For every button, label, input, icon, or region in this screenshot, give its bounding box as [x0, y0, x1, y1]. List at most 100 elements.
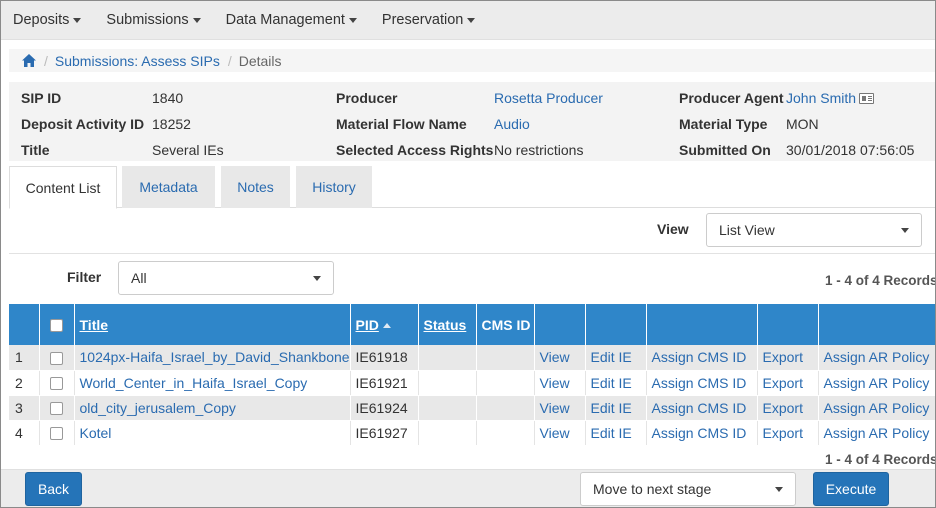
row-export-link[interactable]: Export: [757, 345, 819, 371]
row-title-link[interactable]: Kotel: [74, 420, 351, 446]
row-title-link[interactable]: World_Center_in_Haifa_Israel_Copy: [74, 370, 351, 396]
tab-metadata[interactable]: Metadata: [122, 166, 215, 208]
sort-ascending-icon: [382, 322, 391, 328]
header-title-label: Title: [79, 316, 109, 333]
stage-select[interactable]: Move to next stage: [580, 472, 796, 506]
execute-button[interactable]: Execute: [813, 472, 889, 506]
caret-down-icon: [467, 18, 476, 23]
table-row: 3 old_city_jerusalem_Copy IE61924 View E…: [9, 395, 935, 421]
row-assign-ar-policy-link[interactable]: Assign AR Policy: [818, 420, 935, 446]
access-rights-label: Selected Access Rights: [336, 142, 494, 158]
filter-select[interactable]: All: [118, 261, 334, 295]
menu-submissions[interactable]: Submissions: [106, 1, 201, 40]
row-status: [418, 395, 477, 421]
submitted-on-value: 30/01/2018 07:56:05: [786, 142, 915, 158]
row-title-link[interactable]: old_city_jerusalem_Copy: [74, 395, 351, 421]
menu-label: Submissions: [106, 12, 189, 28]
row-checkbox[interactable]: [50, 352, 63, 366]
row-assign-cms-id-link[interactable]: Assign CMS ID: [646, 370, 758, 396]
row-export-link[interactable]: Export: [757, 420, 819, 446]
row-status: [418, 370, 477, 396]
view-label: View: [657, 221, 689, 237]
title-label: Title: [21, 142, 50, 158]
producer-agent-link[interactable]: John Smith: [786, 90, 856, 106]
producer-agent-label: Producer Agent: [679, 90, 784, 106]
caret-down-icon: [348, 18, 357, 23]
row-pid: IE61918: [350, 345, 419, 371]
row-export-link[interactable]: Export: [757, 395, 819, 421]
row-title-link[interactable]: 1024px-Haifa_Israel_by_David_Shankbone: [74, 345, 351, 371]
header-pid-label: PID: [355, 316, 379, 333]
header-actions-view: [534, 304, 586, 345]
filter-select-value: All: [131, 270, 147, 286]
contact-card-icon[interactable]: [859, 93, 875, 104]
row-edit-ie-link[interactable]: Edit IE: [585, 420, 647, 446]
header-actions-assign-cms: [646, 304, 758, 345]
deposit-activity-value: 18252: [152, 116, 191, 132]
breadcrumb-link-assess-sips[interactable]: Submissions: Assess SIPs: [55, 53, 220, 69]
sip-id-label: SIP ID: [21, 90, 62, 106]
row-assign-ar-policy-link[interactable]: Assign AR Policy: [818, 345, 935, 371]
row-assign-ar-policy-link[interactable]: Assign AR Policy: [818, 370, 935, 396]
row-export-link[interactable]: Export: [757, 370, 819, 396]
menu-deposits[interactable]: Deposits: [13, 1, 82, 40]
header-title[interactable]: Title: [74, 304, 351, 345]
header-status[interactable]: Status: [418, 304, 477, 345]
row-checkbox[interactable]: [50, 377, 63, 391]
tab-history[interactable]: History: [296, 166, 372, 208]
header-cms-id-label: CMS ID: [481, 316, 531, 333]
header-actions-export: [757, 304, 819, 345]
row-view-link[interactable]: View: [534, 395, 586, 421]
back-button[interactable]: Back: [25, 472, 82, 506]
header-actions-assign-ar: [818, 304, 935, 345]
row-checkbox[interactable]: [50, 427, 63, 441]
view-select[interactable]: List View: [706, 213, 922, 247]
table-header-row: Title PID Status CMS ID: [9, 304, 935, 345]
tab-label: History: [312, 179, 356, 195]
material-type-label: Material Type: [679, 116, 768, 132]
menu-label: Deposits: [13, 12, 70, 28]
deposit-activity-label: Deposit Activity ID: [21, 116, 145, 132]
access-rights-value: No restrictions: [494, 142, 584, 158]
row-number: 2: [9, 370, 40, 396]
row-assign-cms-id-link[interactable]: Assign CMS ID: [646, 395, 758, 421]
header-row-number: [9, 304, 40, 345]
row-number: 4: [9, 420, 40, 446]
sip-id-value: 1840: [152, 90, 184, 106]
row-number: 1: [9, 345, 40, 371]
filter-label: Filter: [67, 269, 102, 285]
row-status: [418, 345, 477, 371]
header-actions-edit: [585, 304, 647, 345]
row-view-link[interactable]: View: [534, 345, 586, 371]
caret-down-icon: [73, 18, 82, 23]
table-row: 4 Kotel IE61927 View Edit IE Assign CMS …: [9, 420, 935, 446]
menu-preservation[interactable]: Preservation: [382, 1, 476, 40]
chevron-down-icon: [775, 487, 783, 492]
row-view-link[interactable]: View: [534, 420, 586, 446]
home-icon[interactable]: [22, 54, 36, 67]
row-assign-cms-id-link[interactable]: Assign CMS ID: [646, 420, 758, 446]
row-edit-ie-link[interactable]: Edit IE: [585, 370, 647, 396]
producer-link[interactable]: Rosetta Producer: [494, 90, 603, 106]
select-all-checkbox[interactable]: [50, 319, 63, 333]
tab-notes[interactable]: Notes: [221, 166, 290, 208]
stage-select-value: Move to next stage: [593, 481, 712, 497]
row-view-link[interactable]: View: [534, 370, 586, 396]
breadcrumb: / Submissions: Assess SIPs / Details: [9, 49, 935, 72]
caret-down-icon: [192, 18, 201, 23]
row-assign-ar-policy-link[interactable]: Assign AR Policy: [818, 395, 935, 421]
row-select-cell: [39, 420, 75, 446]
records-count-top: 1 - 4 of 4 Records: [825, 273, 936, 288]
submitted-on-label: Submitted On: [679, 142, 771, 158]
row-checkbox[interactable]: [50, 402, 63, 416]
row-edit-ie-link[interactable]: Edit IE: [585, 345, 647, 371]
material-flow-link[interactable]: Audio: [494, 116, 530, 132]
chevron-down-icon: [901, 228, 909, 233]
row-edit-ie-link[interactable]: Edit IE: [585, 395, 647, 421]
tab-content-list[interactable]: Content List: [9, 166, 117, 209]
header-pid[interactable]: PID: [350, 304, 419, 345]
row-assign-cms-id-link[interactable]: Assign CMS ID: [646, 345, 758, 371]
menu-data-management[interactable]: Data Management: [226, 1, 357, 40]
producer-label: Producer: [336, 90, 398, 106]
header-cms-id: CMS ID: [476, 304, 535, 345]
